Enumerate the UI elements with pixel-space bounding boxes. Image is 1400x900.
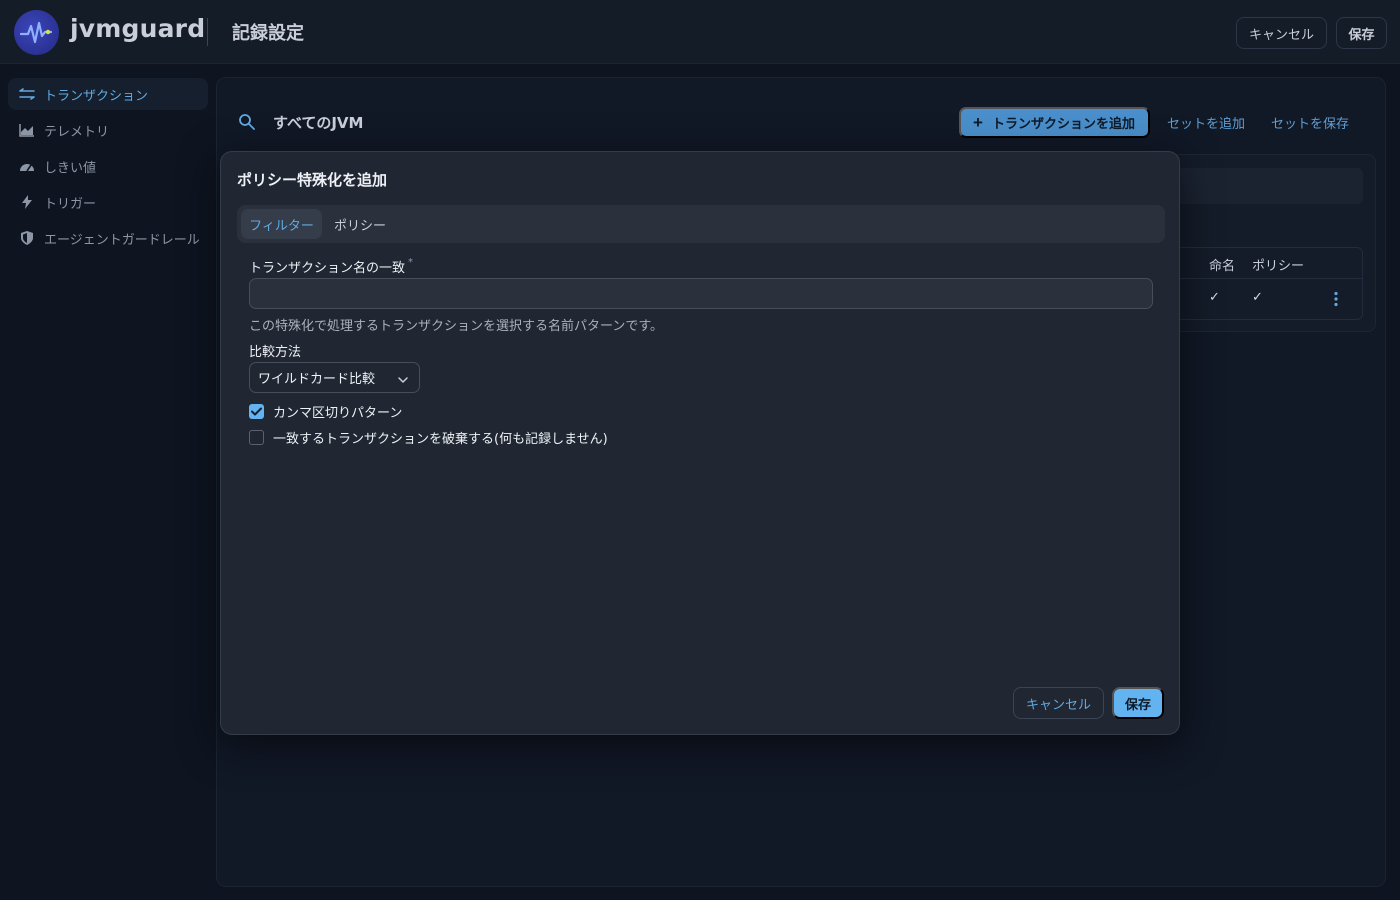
name-match-help: この特殊化で処理するトランザクションを選択する名前パターンです。 [249, 319, 664, 334]
jvm-selector[interactable]: すべてのJVM [273, 112, 363, 133]
discard-checkbox[interactable] [249, 429, 264, 445]
sidebar-item-label: エージェントガードレール [44, 232, 200, 248]
logo-icon [14, 10, 59, 55]
name-match-label: トランザクション名の一致 * [249, 257, 413, 276]
add-set-button[interactable]: セットを追加 [1167, 113, 1245, 132]
add-policy-specialization-dialog: ポリシー特殊化を追加 フィルター ポリシー トランザクション名の一致 * この特殊… [220, 151, 1180, 735]
dialog-title: ポリシー特殊化を追加 [237, 171, 388, 189]
discard-option[interactable]: 一致するトランザクションを破棄する(何も記録しません) [249, 428, 608, 447]
policy-check-icon: ✓ [1252, 290, 1263, 305]
brand-name: jvmguard [70, 14, 206, 43]
naming-check-icon: ✓ [1209, 290, 1220, 305]
compare-select[interactable]: ワイルドカード比較 [249, 362, 420, 393]
search-icon[interactable] [238, 113, 256, 135]
gauge-icon [18, 159, 36, 173]
transfer-arrows-icon [18, 87, 36, 101]
tab-filter[interactable]: フィルター [241, 209, 322, 239]
column-header-naming: 命名 [1209, 259, 1236, 274]
discard-label: 一致するトランザクションを破棄する(何も記録しません) [273, 431, 608, 447]
tab-bar: フィルター ポリシー [237, 205, 1165, 243]
sidebar-item-label: しきい値 [44, 160, 97, 176]
page-title: 記録設定 [232, 23, 304, 44]
more-vertical-icon[interactable] [1333, 291, 1339, 311]
sidebar-item-agent-guardrails[interactable]: エージェントガードレール [8, 222, 208, 254]
required-mark: * [408, 257, 414, 268]
sidebar-item-triggers[interactable]: トリガー [8, 186, 208, 218]
lightning-icon [18, 195, 36, 209]
comma-separated-label: カンマ区切りパターン [273, 405, 403, 421]
sidebar-item-label: テレメトリ [44, 124, 110, 140]
sidebar-item-label: トランザクション [44, 88, 149, 104]
top-bar: jvmguard 記録設定 キャンセル 保存 [0, 0, 1400, 64]
comma-separated-checkbox[interactable] [249, 403, 264, 419]
sidebar-item-transactions[interactable]: トランザクション [8, 78, 208, 110]
sidebar-item-telemetry[interactable]: テレメトリ [8, 114, 208, 146]
column-header-policy: ポリシー [1252, 259, 1305, 274]
sidebar: トランザクション テレメトリ しきい値 トリガー エージェントガードレール [8, 78, 208, 258]
save-set-button[interactable]: セットを保存 [1271, 113, 1349, 132]
add-transaction-label: トランザクションを追加 [991, 116, 1135, 131]
shield-icon [18, 231, 36, 245]
name-match-label-text: トランザクション名の一致 [249, 261, 406, 276]
plus-icon: + [973, 112, 983, 132]
sidebar-item-thresholds[interactable]: しきい値 [8, 150, 208, 182]
divider [207, 18, 208, 46]
dialog-save-button[interactable]: 保存 [1112, 687, 1164, 719]
chevron-down-icon [398, 373, 408, 388]
comma-separated-option[interactable]: カンマ区切りパターン [249, 402, 403, 421]
sidebar-item-label: トリガー [44, 196, 97, 212]
row-divider [1170, 278, 1363, 279]
table-filter-strip [1170, 168, 1363, 204]
compare-label: 比較方法 [249, 345, 302, 360]
cancel-button[interactable]: キャンセル [1236, 17, 1327, 49]
tab-policy[interactable]: ポリシー [325, 209, 395, 239]
save-button[interactable]: 保存 [1336, 17, 1387, 49]
compare-select-value: ワイルドカード比較 [258, 372, 376, 387]
add-transaction-button[interactable]: + トランザクションを追加 [959, 107, 1150, 138]
area-chart-icon [18, 123, 36, 137]
dialog-cancel-button[interactable]: キャンセル [1013, 687, 1104, 719]
name-match-input[interactable] [249, 278, 1153, 309]
